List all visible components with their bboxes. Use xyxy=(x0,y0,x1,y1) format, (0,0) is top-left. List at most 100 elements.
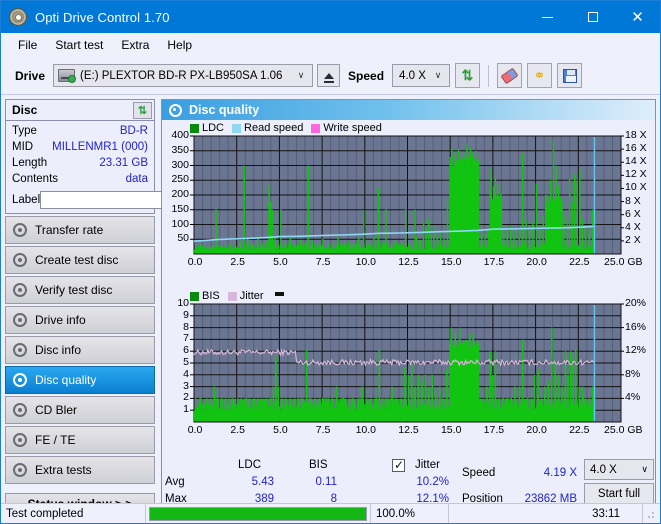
sidebar-item-transfer-rate[interactable]: Transfer rate xyxy=(5,216,155,244)
disc-panel-header: Disc ⇅ xyxy=(6,100,154,121)
sidebar-item-cd-bler[interactable]: CD Bler xyxy=(5,396,155,424)
sidebar-item-label: Create test disc xyxy=(35,253,118,267)
resize-grip-icon[interactable] xyxy=(643,507,657,521)
disc-quality-panel: Disc quality LDC Read speed xyxy=(161,99,656,524)
y-axis-tick: 5 xyxy=(162,356,189,368)
y-axis-tick: 200 xyxy=(162,188,189,200)
y-axis-tick: 1 xyxy=(162,403,189,415)
start-full-button[interactable]: Start full xyxy=(584,483,654,505)
y-axis-tick: 6 xyxy=(162,344,189,356)
refresh-button[interactable]: ⇅ xyxy=(455,63,480,88)
menu-start-test[interactable]: Start test xyxy=(46,35,112,55)
drive-label: Drive xyxy=(15,69,45,83)
y-axis-tick: 10 xyxy=(162,297,189,309)
x-axis-tick: 7.5 xyxy=(306,256,340,268)
sidebar-item-fe-te[interactable]: FE / TE xyxy=(5,426,155,454)
stats-header-bis: BIS xyxy=(309,459,328,471)
disc-test-icon xyxy=(12,282,28,298)
close-button[interactable]: ✕ xyxy=(615,1,660,33)
drive-select[interactable]: (E:) PLEXTOR BD-R PX-LB950SA 1.06 ∨ xyxy=(53,64,313,87)
y-axis-tick: 350 xyxy=(162,144,189,156)
progress-track xyxy=(149,507,367,521)
erase-button[interactable] xyxy=(497,63,522,88)
sidebar-item-drive-info[interactable]: Drive info xyxy=(5,306,155,334)
x-axis-tick: 7.5 xyxy=(306,424,340,436)
sidebar-item-disc-quality[interactable]: Disc quality xyxy=(5,366,155,394)
x-axis-tick: 2.5 xyxy=(221,424,255,436)
speed-select-value: 4.0 X xyxy=(399,70,426,82)
stats-avg-bis: 0.11 xyxy=(287,476,337,488)
chevron-down-icon: ∨ xyxy=(641,464,648,475)
disc-test-icon xyxy=(12,252,28,268)
x-axis-tick: 10.0 xyxy=(349,256,383,268)
title-bar: Opti Drive Control 1.70 ✕ xyxy=(1,1,660,33)
cable-icon: ⚭ xyxy=(534,67,546,84)
disc-label-caption: Label xyxy=(12,194,40,206)
y2-axis-tick: 20% xyxy=(625,297,646,309)
y-axis-tick: 4 xyxy=(162,368,189,380)
disc-refresh-button[interactable]: ⇅ xyxy=(133,102,152,119)
x-axis-tick: 12.5 xyxy=(392,424,426,436)
sidebar-item-verify-test-disc[interactable]: Verify test disc xyxy=(5,276,155,304)
disc-test-icon xyxy=(12,342,28,358)
window-controls: ✕ xyxy=(525,1,660,33)
disc-row-value: 23.31 GB xyxy=(99,156,148,171)
eject-button[interactable] xyxy=(317,64,340,87)
panel-title: Disc quality xyxy=(189,103,259,117)
y2-axis-tick: 4% xyxy=(625,391,640,403)
jitter-checkbox[interactable] xyxy=(392,459,405,472)
chevron-down-icon: ∨ xyxy=(431,70,445,81)
eject-icon xyxy=(324,73,334,79)
y2-axis-tick: 8% xyxy=(625,368,640,380)
disc-info-list: Type BD-R MID MILLENMR1 (000) Length 23.… xyxy=(6,121,154,213)
disc-icon xyxy=(9,8,27,26)
x-axis-tick: 12.5 xyxy=(392,256,426,268)
elapsed-time: 33:11 xyxy=(449,504,643,523)
disc-test-icon xyxy=(12,372,28,388)
maximize-button[interactable] xyxy=(570,1,615,33)
disc-row-length: Length 23.31 GB xyxy=(12,156,148,171)
menu-help[interactable]: Help xyxy=(158,35,201,55)
speed-select[interactable]: 4.0 X ∨ xyxy=(392,64,450,87)
disc-row-key: Type xyxy=(12,124,37,139)
disc-test-icon xyxy=(12,462,28,478)
disc-label-row: Label xyxy=(12,190,148,209)
disc-panel-title: Disc xyxy=(12,103,37,117)
disc-row-key: Contents xyxy=(12,172,58,187)
y2-axis-tick: 12 X xyxy=(625,168,647,180)
progress-percent: 100.0% xyxy=(371,504,449,523)
sidebar-item-label: Verify test disc xyxy=(35,283,112,297)
test-speed-value: 4.0 X xyxy=(590,464,617,476)
y2-axis-tick: 2 X xyxy=(625,234,641,246)
y-axis-tick: 400 xyxy=(162,129,189,141)
drive-icon xyxy=(58,69,75,82)
disc-row-type: Type BD-R xyxy=(12,124,148,139)
toolbar: Drive (E:) PLEXTOR BD-R PX-LB950SA 1.06 … xyxy=(1,57,660,95)
speed-stat-label: Speed xyxy=(462,467,495,479)
chevron-down-icon: ∨ xyxy=(294,70,308,81)
sidebar-item-create-test-disc[interactable]: Create test disc xyxy=(5,246,155,274)
sidebar: Disc ⇅ Type BD-R MID MILLENMR1 (000) Len… xyxy=(1,95,159,524)
sidebar-item-disc-info[interactable]: Disc info xyxy=(5,336,155,364)
save-button[interactable] xyxy=(557,63,582,88)
eraser-icon xyxy=(501,67,519,84)
x-axis-tick: 5.0 xyxy=(263,424,297,436)
sidebar-item-label: CD Bler xyxy=(35,403,77,417)
menu-file[interactable]: File xyxy=(9,35,46,55)
sidebar-item-extra-tests[interactable]: Extra tests xyxy=(5,456,155,484)
stats-avg-jitter: 10.2% xyxy=(394,476,449,488)
y-axis-tick: 50 xyxy=(162,232,189,244)
x-axis-tick: 0.0 xyxy=(178,424,212,436)
test-speed-select[interactable]: 4.0 X ∨ xyxy=(584,459,654,480)
y2-axis-tick: 16 X xyxy=(625,142,647,154)
progress-fill xyxy=(150,508,366,520)
status-bar: Test completed 100.0% 33:11 xyxy=(1,503,660,523)
minimize-button[interactable] xyxy=(525,1,570,33)
disc-quality-icon xyxy=(169,104,182,117)
disc-test-icon xyxy=(12,432,28,448)
y-axis-tick: 3 xyxy=(162,380,189,392)
menu-extra[interactable]: Extra xyxy=(112,35,158,55)
settings-button[interactable]: ⚭ xyxy=(527,63,552,88)
app-window: Opti Drive Control 1.70 ✕ File Start tes… xyxy=(0,0,661,524)
panel-header: Disc quality xyxy=(162,100,655,120)
